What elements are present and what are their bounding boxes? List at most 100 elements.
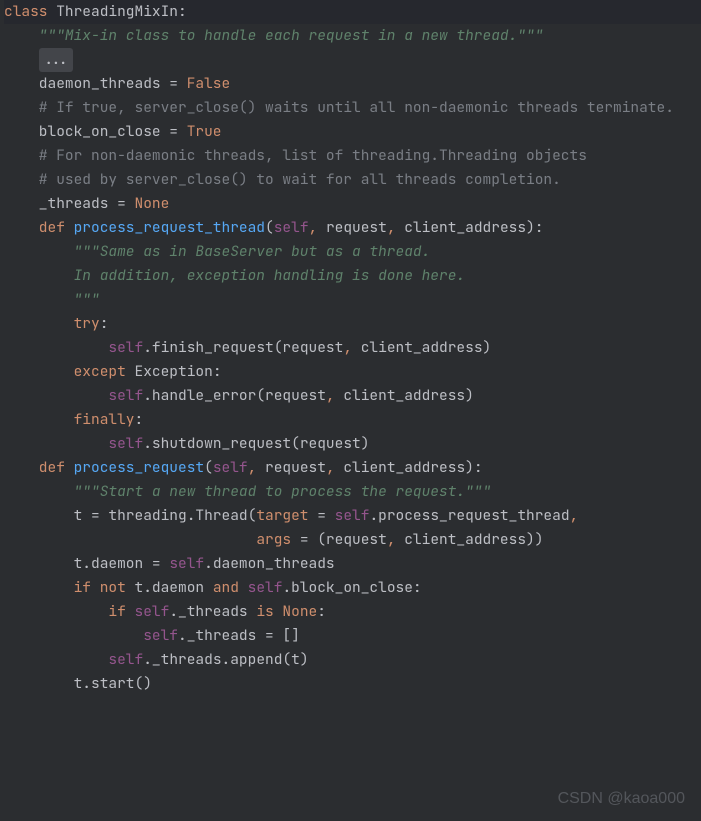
code-line[interactable]: self.shutdown_request(request) [4,432,701,456]
code-text: .finish_request(request [143,338,343,357]
keyword-def: def [4,458,74,477]
code-line[interactable]: t.daemon = self.daemon_threads [4,552,701,576]
keyword-class: class [4,2,48,21]
docstring: """Start a new thread to process the req… [4,482,491,501]
code-line[interactable]: if self._threads is None: [4,600,701,624]
code-line[interactable]: self._threads = [] [4,624,701,648]
literal-true: True [187,122,222,141]
paren: ( [265,218,274,237]
code-line[interactable]: self.handle_error(request, client_addres… [4,384,701,408]
keyword-finally: finally [4,410,135,429]
code-text: ._threads = [] [178,626,300,645]
literal-none: None [282,602,317,621]
code-editor[interactable]: class ThreadingMixIn: """Mix-in class to… [0,0,701,696]
keyword-try: try [4,314,100,333]
self: self [108,650,143,669]
comma: , [248,458,265,477]
comma: , [309,218,326,237]
comment: # If true, server_close() waits until al… [4,98,674,117]
code-text: .process_request_thread [369,506,569,525]
self-param: self [213,458,248,477]
literal-none: None [135,194,170,213]
docstring: """Same as in BaseServer but as a thread… [4,242,430,261]
code-line[interactable]: try: [4,312,701,336]
indent [4,626,143,645]
code-line[interactable]: _threads = None [4,192,701,216]
code-line[interactable]: except Exception: [4,360,701,384]
self: self [108,386,143,405]
code-line[interactable]: def process_request_thread(self, request… [4,216,701,240]
code-text: .block_on_close: [282,578,421,597]
keyword-if-not: if not [4,578,135,597]
comment: # used by server_close() to wait for all… [4,170,561,189]
indent [4,434,108,453]
self: self [108,434,143,453]
literal-false: False [187,74,231,93]
self: self [335,506,370,525]
code-text: .daemon_threads [204,554,335,573]
indent [4,386,108,405]
code-line[interactable]: ... [4,48,701,72]
indent [4,650,108,669]
keyword-except: except [4,362,135,381]
self: self [169,554,204,573]
close-paren: ): [465,458,482,477]
comment: # For non-daemonic threads, list of thre… [4,146,587,165]
indent [4,530,256,549]
code-text: t.start() [4,674,152,693]
code-line[interactable]: args = (request, client_address)) [4,528,701,552]
code-text: .shutdown_request(request) [143,434,369,453]
indent [4,338,108,357]
code-text: block_on_close = [4,122,187,141]
kwarg: args [256,530,291,549]
colon: : [100,314,109,333]
code-text: t = threading.Thread( [4,506,256,525]
code-line[interactable]: In addition, exception handling is done … [4,264,701,288]
code-text: = [309,506,335,525]
code-line[interactable]: """Start a new thread to process the req… [4,480,701,504]
code-line[interactable]: # For non-daemonic threads, list of thre… [4,144,701,168]
code-line[interactable]: self.finish_request(request, client_addr… [4,336,701,360]
comma: , [326,458,343,477]
self: self [108,338,143,357]
code-text: client_address) [343,386,474,405]
self: self [143,626,178,645]
keyword-and: and [213,578,248,597]
comma: , [343,338,360,357]
code-line[interactable]: if not t.daemon and self.block_on_close: [4,576,701,600]
watermark: CSDN @kaoa000 [558,787,685,811]
colon: : [178,2,187,21]
paren: ( [204,458,213,477]
code-line[interactable]: self._threads.append(t) [4,648,701,672]
code-text: daemon_threads = [4,74,187,93]
code-line[interactable]: class ThreadingMixIn: [4,0,701,24]
close-paren: ): [526,218,543,237]
param: client_address [404,218,526,237]
code-line[interactable]: def process_request(self, request, clien… [4,456,701,480]
code-line[interactable]: daemon_threads = False [4,72,701,96]
code-line[interactable]: block_on_close = True [4,120,701,144]
code-line[interactable]: # If true, server_close() waits until al… [4,96,701,120]
code-line[interactable]: """Mix-in class to handle each request i… [4,24,701,48]
function-name: process_request_thread [74,218,265,237]
code-text: = (request [291,530,387,549]
colon: : [135,410,144,429]
code-line[interactable]: t.start() [4,672,701,696]
code-line[interactable]: t = threading.Thread(target = self.proce… [4,504,701,528]
code-line[interactable]: """Same as in BaseServer but as a thread… [4,240,701,264]
comma: , [387,218,404,237]
self: self [248,578,283,597]
code-line[interactable]: """ [4,288,701,312]
self: self [135,602,170,621]
docstring: """Mix-in class to handle each request i… [4,26,543,45]
code-line[interactable]: # used by server_close() to wait for all… [4,168,701,192]
code-text: t.daemon [135,578,213,597]
colon: : [213,362,222,381]
fold-ellipsis[interactable]: ... [39,48,73,72]
function-name: process_request [74,458,205,477]
self-param: self [274,218,309,237]
comma: , [387,530,404,549]
code-text: t.daemon = [4,554,169,573]
code-line[interactable]: finally: [4,408,701,432]
param: request [326,218,387,237]
